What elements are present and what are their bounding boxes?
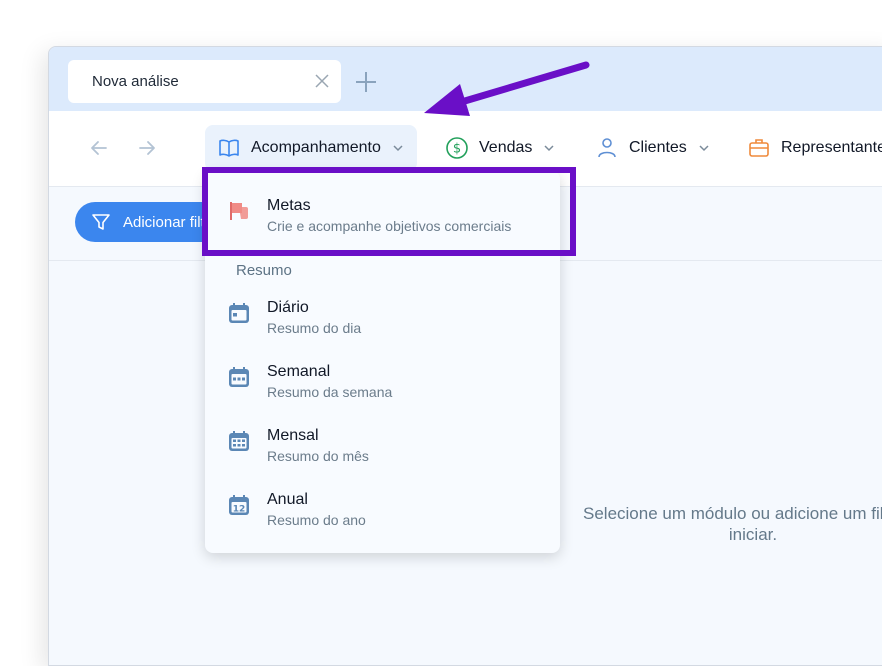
menu-item-title: Semanal	[267, 363, 331, 380]
menu-item-subtitle: Resumo da semana	[267, 384, 393, 400]
add-filter-label: Adicionar filtro	[123, 213, 219, 231]
user-icon	[598, 138, 616, 158]
menu-label: Acompanhamento	[251, 139, 381, 156]
menu-vendas[interactable]: $ Vendas	[433, 125, 568, 171]
back-arrow-icon[interactable]	[89, 138, 109, 158]
calendar-week-icon	[229, 367, 249, 387]
menu-item-title: Metas	[267, 197, 311, 214]
menu-item-subtitle: Crie e acompanhe objetivos comerciais	[267, 218, 512, 234]
menu-acompanhamento[interactable]: Acompanhamento	[205, 125, 417, 171]
close-icon[interactable]	[313, 72, 331, 90]
empty-state-line: iniciar.	[728, 525, 778, 544]
menu-item-semanal[interactable]: Semanal Resumo da semana	[205, 357, 560, 413]
add-filter-button[interactable]: Adicionar filtro	[75, 202, 225, 242]
menu-item-anual[interactable]: 12 Anual Resumo do ano	[205, 485, 560, 541]
menu-item-subtitle: Resumo do ano	[267, 512, 366, 528]
acompanhamento-dropdown: Metas Crie e acompanhe objetivos comerci…	[205, 171, 560, 553]
chevron-down-icon	[699, 145, 709, 152]
svg-text:12: 12	[233, 505, 246, 515]
menu-label: Vendas	[479, 139, 533, 156]
menu-clientes[interactable]: Clientes	[583, 125, 723, 171]
empty-state-message: Selecione um módulo ou adicione um filtr…	[583, 503, 882, 545]
menu-item-title: Anual	[267, 491, 308, 508]
briefcase-icon	[749, 139, 769, 157]
chevron-down-icon	[544, 145, 554, 152]
menu-item-subtitle: Resumo do dia	[267, 320, 362, 336]
menu-item-title: Diário	[267, 299, 309, 316]
book-icon	[219, 139, 239, 157]
menu-item-diario[interactable]: Diário Resumo do dia	[205, 293, 560, 349]
tab-nova-analise[interactable]: Nova análise	[68, 60, 341, 103]
calendar-day-icon	[229, 303, 249, 323]
menu-item-metas[interactable]: Metas Crie e acompanhe objetivos comerci…	[205, 191, 560, 247]
dollar-circle-icon: $	[446, 137, 468, 159]
tab-bar: Nova análise	[49, 47, 882, 111]
add-tab-icon[interactable]	[355, 71, 377, 93]
chevron-down-icon	[393, 145, 403, 152]
svg-text:$: $	[453, 142, 461, 157]
flag-icon	[230, 202, 248, 220]
calendar-year-icon: 12	[229, 495, 249, 515]
menu-label: Representantes	[781, 139, 882, 156]
menu-item-mensal[interactable]: Mensal Resumo do mês	[205, 421, 560, 477]
menu-item-title: Mensal	[267, 427, 319, 444]
menu-label: Clientes	[629, 139, 687, 156]
calendar-month-icon	[229, 431, 249, 451]
forward-arrow-icon[interactable]	[137, 138, 157, 158]
filter-icon	[92, 214, 110, 230]
menu-item-subtitle: Resumo do mês	[267, 448, 369, 464]
empty-state-line: Selecione um módulo ou adicione um filtr…	[583, 504, 882, 523]
section-header-resumo: Resumo	[236, 262, 292, 279]
tab-title: Nova análise	[92, 73, 179, 90]
menu-representantes[interactable]: Representantes	[735, 125, 882, 171]
